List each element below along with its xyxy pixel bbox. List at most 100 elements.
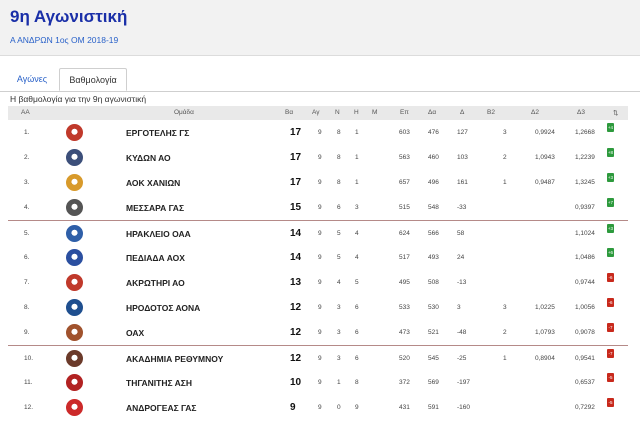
cell-ep: 657 bbox=[399, 179, 410, 186]
table-row[interactable]: 12. ΑΝΔΡΟΓΕΑΣ ΓΑΣ 9 9 0 9 431 591 -160 0,7292 -5 bbox=[8, 395, 628, 420]
table-row[interactable]: 2. ΚΥΔΩΝ ΑΟ 17 9 8 1 563 460 103 2 1,0943 1,2239 +8 bbox=[8, 145, 628, 170]
col-header-games[interactable]: Αγ bbox=[312, 109, 319, 116]
cell-position: 9. bbox=[24, 329, 30, 336]
cell-da: 508 bbox=[428, 279, 439, 286]
cell-team: ΚΥΔΩΝ ΑΟ bbox=[126, 153, 171, 163]
tab-games[interactable]: Αγώνες bbox=[8, 68, 56, 91]
cell-d3: 1,0056 bbox=[575, 304, 595, 311]
cell-points: 12 bbox=[290, 327, 302, 338]
cell-team: ΑΚΡΩΤΗΡΙ ΑΟ bbox=[126, 278, 185, 288]
cell-team: ΑΝΔΡΟΓΕΑΣ ΓΑΣ bbox=[126, 403, 197, 413]
table-row[interactable]: 4. ΜΕΣΣΑΡΑ ΓΑΣ 15 9 6 3 515 548 -33 0,9397 +7 bbox=[8, 195, 628, 220]
trend-up-badge: +8 bbox=[607, 148, 614, 157]
table-row[interactable]: 1. ΕΡΓΟΤΕΛΗΣ ΓΣ 17 9 8 1 603 476 127 3 0,9924 1,266… bbox=[8, 120, 628, 145]
sort-icon[interactable]: ⇅ bbox=[613, 109, 618, 117]
col-header-losses[interactable]: Η bbox=[354, 109, 359, 116]
table-row[interactable]: 7. ΑΚΡΩΤΗΡΙ ΑΟ 13 9 4 5 495 508 -13 0,9744 -6 bbox=[8, 270, 628, 295]
cell-da: 460 bbox=[428, 154, 439, 161]
cell-points: 17 bbox=[290, 127, 302, 138]
cell-b2: 1 bbox=[503, 179, 507, 186]
table-row[interactable]: 11. ΤΗΓΑΝΙΤΗΣ ΑΣΗ 10 9 1 8 372 569 -197 0,6537 -5 bbox=[8, 370, 628, 395]
cell-da: 521 bbox=[428, 329, 439, 336]
cell-team: ΕΡΓΟΤΕΛΗΣ ΓΣ bbox=[126, 128, 190, 138]
cell-ep: 517 bbox=[399, 254, 410, 261]
cell-points: 17 bbox=[290, 177, 302, 188]
team-logo bbox=[66, 274, 83, 291]
cell-b2: 3 bbox=[503, 129, 507, 136]
cell-losses: 4 bbox=[355, 230, 359, 237]
cell-ep: 495 bbox=[399, 279, 410, 286]
cell-d3: 1,1024 bbox=[575, 230, 595, 237]
cell-diff: 103 bbox=[457, 154, 468, 161]
table-row[interactable]: 5. ΗΡΑΚΛΕΙΟ ΟΑΑ 14 9 5 4 624 566 58 1,1024 +3 bbox=[8, 220, 628, 245]
cell-games: 9 bbox=[318, 379, 322, 386]
cell-da: 476 bbox=[428, 129, 439, 136]
cell-wins: 5 bbox=[337, 230, 341, 237]
team-logo bbox=[66, 174, 83, 191]
cell-wins: 5 bbox=[337, 254, 341, 261]
cell-wins: 6 bbox=[337, 204, 341, 211]
table-row[interactable]: 8. ΗΡΟΔΟΤΟΣ ΑΟΝΑ 12 9 3 6 533 530 3 3 1,0225 1,0056… bbox=[8, 295, 628, 320]
trend-up-badge: +3 bbox=[607, 173, 614, 182]
cell-games: 9 bbox=[318, 179, 322, 186]
col-header-ep[interactable]: Επ bbox=[400, 109, 409, 116]
cell-ep: 473 bbox=[399, 329, 410, 336]
table-row[interactable]: 9. ΟΑΧ 12 9 3 6 473 521 -48 2 1,0793 0,9078 -7 bbox=[8, 320, 628, 345]
cell-ep: 372 bbox=[399, 379, 410, 386]
table-row[interactable]: 10. ΑΚΑΔΗΜΙΑ ΡΕΘΥΜΝΟΥ 12 9 3 6 520 545 -25 1 0,890… bbox=[8, 345, 628, 370]
cell-position: 8. bbox=[24, 304, 30, 311]
cell-diff: -197 bbox=[457, 379, 471, 386]
cell-losses: 1 bbox=[355, 179, 359, 186]
cell-b2: 2 bbox=[503, 154, 507, 161]
col-header-da[interactable]: Δα bbox=[428, 109, 436, 116]
cell-ep: 520 bbox=[399, 355, 410, 362]
tab-standings[interactable]: Βαθμολογία bbox=[59, 68, 127, 91]
cell-d3: 0,9541 bbox=[575, 355, 595, 362]
cell-ep: 563 bbox=[399, 154, 410, 161]
col-header-wins[interactable]: Ν bbox=[335, 109, 340, 116]
trend-down-badge: -7 bbox=[607, 323, 614, 332]
col-header-b2[interactable]: Β2 bbox=[487, 109, 495, 116]
cell-points: 15 bbox=[290, 202, 302, 213]
cell-ep: 603 bbox=[399, 129, 410, 136]
trend-down-badge: -7 bbox=[607, 349, 614, 358]
cell-games: 9 bbox=[318, 355, 322, 362]
cell-d3: 0,9397 bbox=[575, 204, 595, 211]
cell-b2: 1 bbox=[503, 355, 507, 362]
trend-down-badge: -6 bbox=[607, 273, 614, 282]
cell-losses: 6 bbox=[355, 329, 359, 336]
table-row[interactable]: 6. ΠΕΔΙΑΔΑ ΑΟΧ 14 9 5 4 517 493 24 1,0486 +6 bbox=[8, 245, 628, 270]
cell-games: 9 bbox=[318, 304, 322, 311]
table-row[interactable]: 3. ΑΟΚ ΧΑΝΙΩΝ 17 9 8 1 657 496 161 1 0,9487 1,3245 +… bbox=[8, 170, 628, 195]
col-header-points[interactable]: Βα bbox=[285, 109, 293, 116]
cell-games: 9 bbox=[318, 129, 322, 136]
cell-points: 13 bbox=[290, 277, 302, 288]
trend-down-badge: -5 bbox=[607, 398, 614, 407]
cell-team: ΤΗΓΑΝΙΤΗΣ ΑΣΗ bbox=[126, 378, 193, 388]
cell-losses: 3 bbox=[355, 204, 359, 211]
team-logo bbox=[66, 374, 83, 391]
cell-points: 10 bbox=[290, 377, 302, 388]
cell-games: 9 bbox=[318, 230, 322, 237]
cell-d3: 0,9744 bbox=[575, 279, 595, 286]
cell-games: 9 bbox=[318, 254, 322, 261]
cell-points: 9 bbox=[290, 402, 296, 413]
col-header-diff[interactable]: Δ bbox=[460, 109, 464, 116]
team-logo bbox=[66, 249, 83, 266]
col-header-team[interactable]: Ομάδα bbox=[174, 109, 194, 116]
page-header: 9η Αγωνιστική Α ΑΝΔΡΩΝ 1ος ΟΜ 2018-19 bbox=[0, 0, 640, 56]
cell-d2: 0,9487 bbox=[535, 179, 555, 186]
cell-d2: 0,9924 bbox=[535, 129, 555, 136]
col-header-pos[interactable]: AA bbox=[21, 109, 30, 116]
col-header-d3[interactable]: Δ3 bbox=[577, 109, 585, 116]
cell-position: 12. bbox=[24, 404, 34, 411]
col-header-d2[interactable]: Δ2 bbox=[531, 109, 539, 116]
cell-position: 10. bbox=[24, 355, 34, 362]
cell-position: 2. bbox=[24, 154, 30, 161]
col-header-m[interactable]: Μ bbox=[372, 109, 377, 116]
team-logo bbox=[66, 225, 83, 242]
trend-up-badge: +7 bbox=[607, 198, 614, 207]
tab-divider bbox=[0, 91, 640, 92]
cell-d2: 1,0943 bbox=[535, 154, 555, 161]
cell-b2: 2 bbox=[503, 329, 507, 336]
